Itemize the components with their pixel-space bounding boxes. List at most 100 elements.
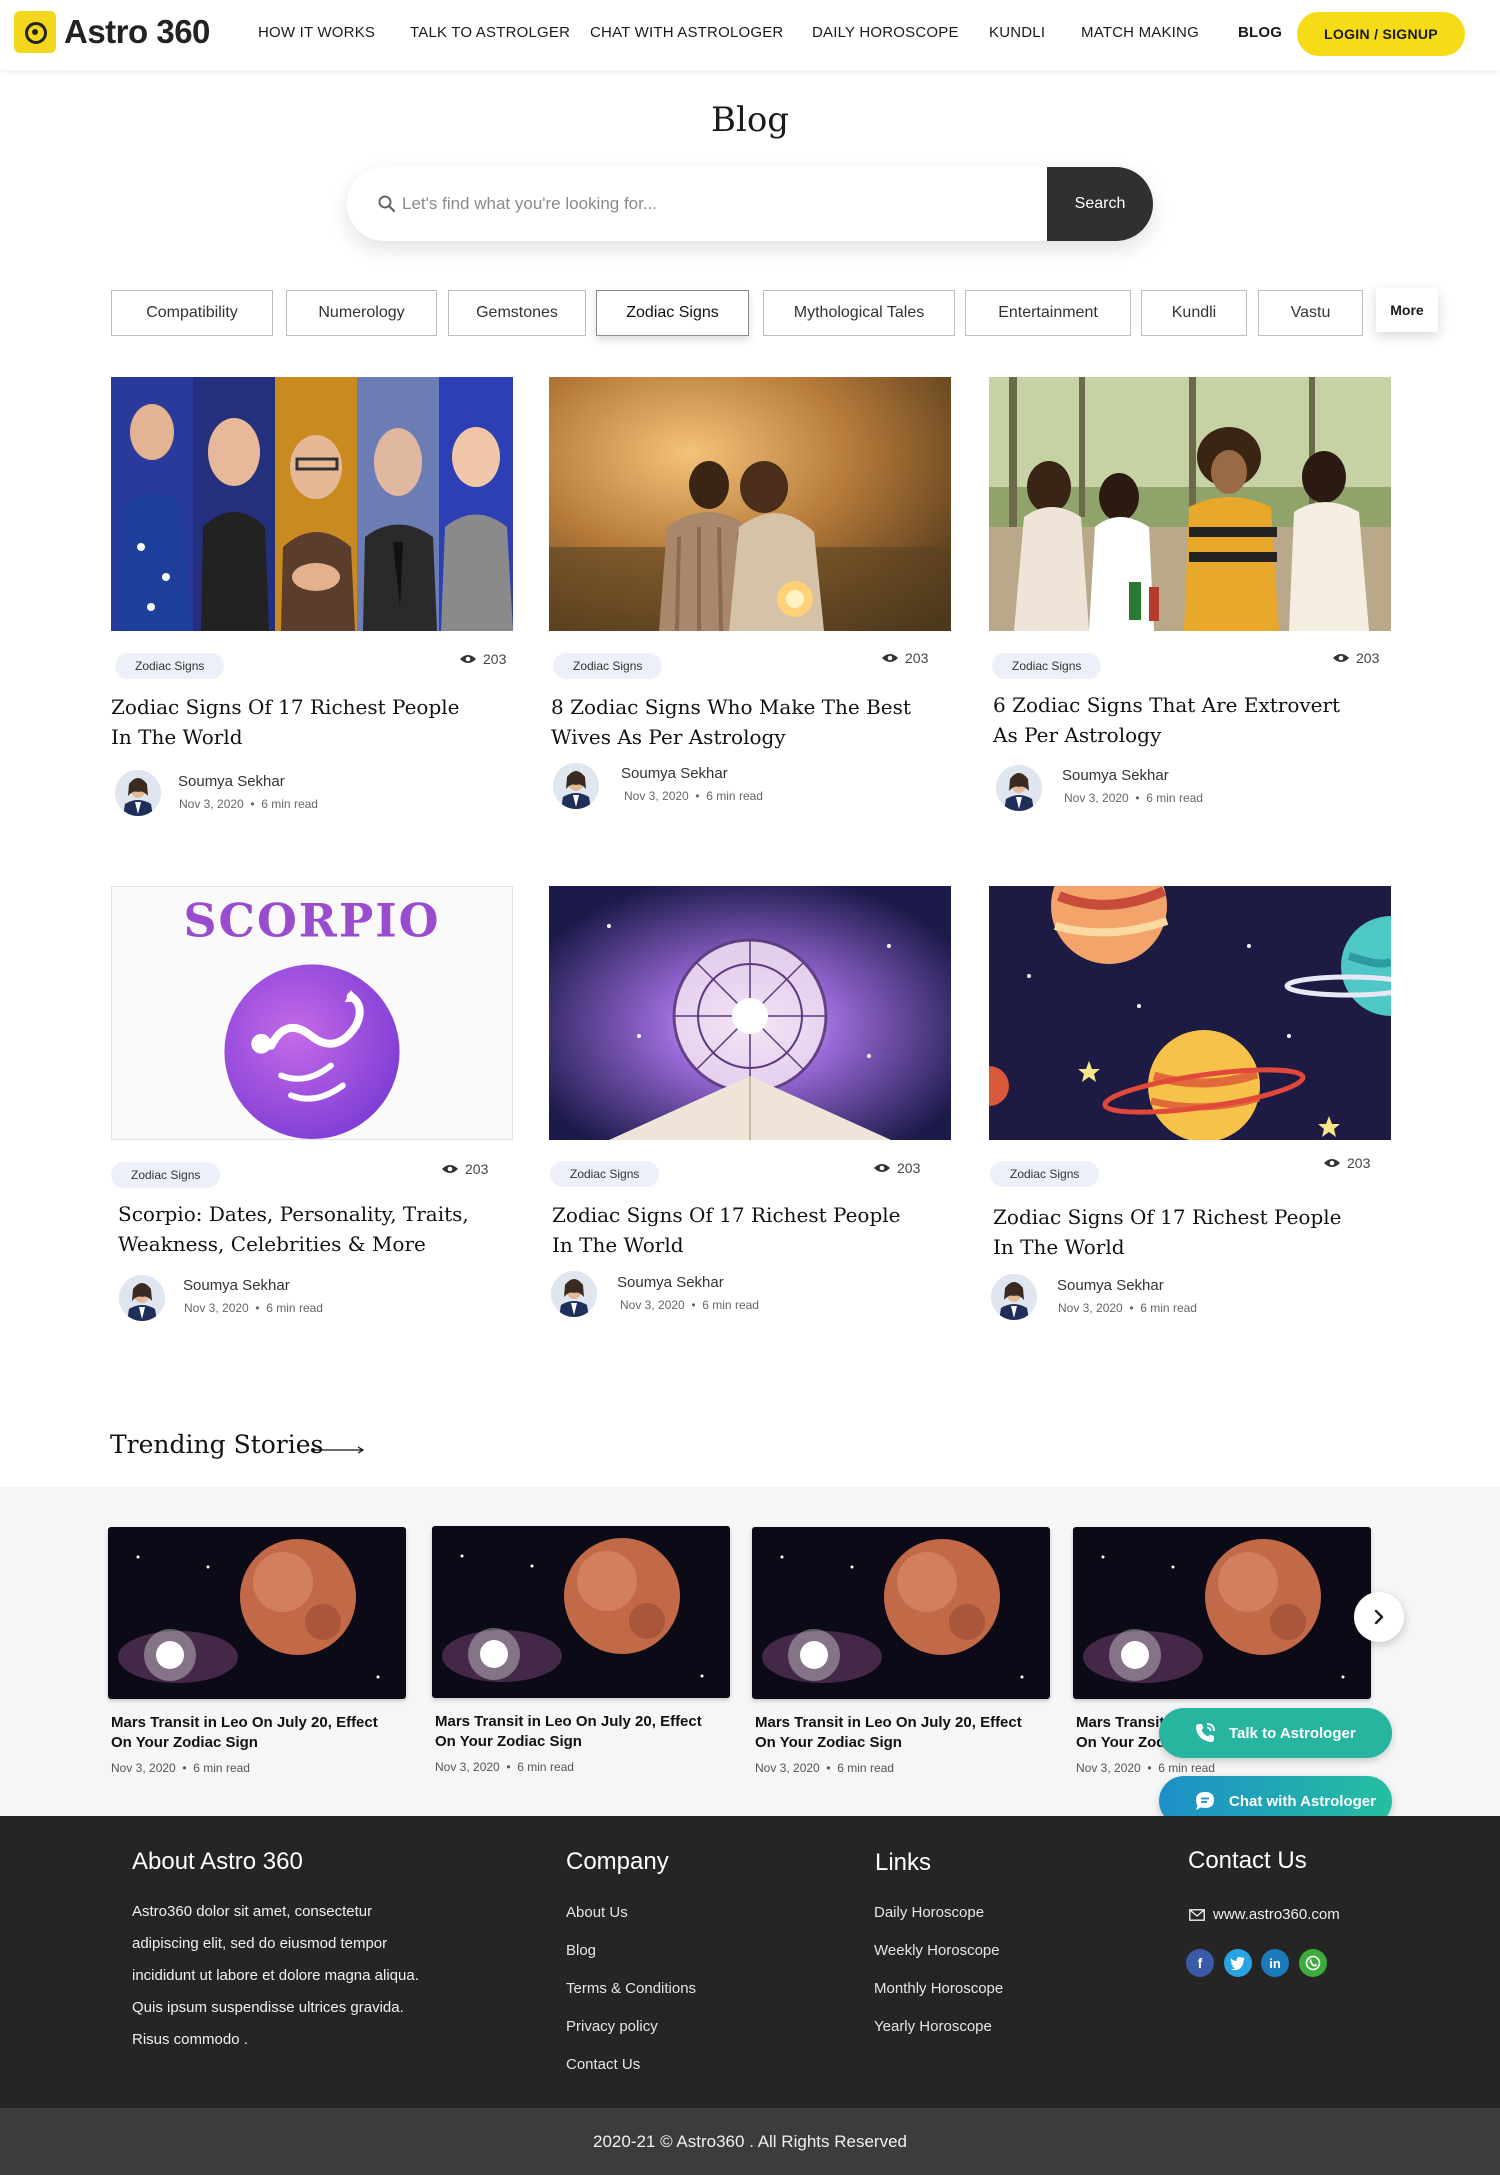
footer-link-monthly-horoscope[interactable]: Monthly Horoscope bbox=[874, 1980, 1003, 1997]
post-meta: Nov 3, 2020 • 6 min read bbox=[624, 789, 763, 803]
post-tag[interactable]: Zodiac Signs bbox=[553, 653, 663, 679]
trending-title-text[interactable]: Mars Transit in Leo On July 20, Effect O… bbox=[752, 1713, 1046, 1753]
blog-card[interactable]: Zodiac Signs 203 8 Zodiac Signs Who Make… bbox=[549, 377, 951, 837]
blog-card[interactable]: Zodiac Signs 203 Zodiac Signs Of 17 Rich… bbox=[111, 377, 513, 837]
trending-title-text[interactable]: Mars Transit in Leo On July 20, Effect O… bbox=[108, 1713, 402, 1753]
trending-card-image[interactable] bbox=[752, 1527, 1050, 1699]
author-name[interactable]: Soumya Sekhar bbox=[621, 765, 728, 782]
footer-link-privacy[interactable]: Privacy policy bbox=[566, 2018, 658, 2035]
login-signup-button[interactable]: LOGIN / SIGNUP bbox=[1297, 12, 1465, 56]
footer-link-blog[interactable]: Blog bbox=[566, 1942, 596, 1959]
read-time: 6 min read bbox=[193, 1761, 250, 1775]
talk-to-astrologer-button[interactable]: Talk to Astrologer bbox=[1159, 1708, 1392, 1758]
blog-card-image[interactable]: SCORPIO bbox=[111, 886, 513, 1140]
search-button[interactable]: Search bbox=[1047, 167, 1153, 241]
post-tag[interactable]: Zodiac Signs bbox=[111, 1162, 221, 1188]
post-title[interactable]: 8 Zodiac Signs Who Make The Best Wives A… bbox=[551, 692, 911, 752]
nav-talk-to-astrologer[interactable]: Talk to Astrolger bbox=[410, 24, 570, 41]
post-tag[interactable]: Zodiac Signs bbox=[115, 653, 225, 679]
footer-company-title: Company bbox=[566, 1848, 669, 1875]
footer-link-contact[interactable]: Contact Us bbox=[566, 2056, 640, 2073]
post-tag[interactable]: Zodiac Signs bbox=[990, 1161, 1100, 1187]
nav-chat-with-astrologer[interactable]: Chat with Astrologer bbox=[590, 24, 783, 41]
post-date: Nov 3, 2020 bbox=[1058, 1301, 1123, 1315]
footer-link-terms[interactable]: Terms & Conditions bbox=[566, 1980, 696, 1997]
category-entertainment[interactable]: Entertainment bbox=[965, 290, 1131, 336]
nav-blog[interactable]: Blog bbox=[1238, 24, 1282, 41]
carousel-next-button[interactable] bbox=[1354, 1592, 1404, 1642]
post-title[interactable]: Zodiac Signs Of 17 Richest People In The… bbox=[552, 1200, 912, 1260]
blog-card-image[interactable] bbox=[549, 886, 951, 1140]
view-count-value: 203 bbox=[1347, 1155, 1371, 1171]
post-title[interactable]: 6 Zodiac Signs That Are Extrovert As Per… bbox=[993, 690, 1353, 750]
read-time: 6 min read bbox=[702, 1298, 759, 1312]
whatsapp-icon[interactable] bbox=[1299, 1949, 1327, 1977]
blog-card[interactable]: SCORPIO Zodiac Signs 203 Scorpio: Dates,… bbox=[111, 886, 513, 1346]
read-time: 6 min read bbox=[261, 797, 318, 811]
view-count: 203 bbox=[1323, 1155, 1370, 1171]
post-meta: Nov 3, 2020 • 6 min read bbox=[1064, 791, 1203, 805]
category-mythological-tales[interactable]: Mythological Tales bbox=[763, 290, 955, 336]
linkedin-icon[interactable]: in bbox=[1261, 1949, 1289, 1977]
facebook-icon[interactable]: f bbox=[1186, 1949, 1214, 1977]
scorpio-image-text: SCORPIO bbox=[184, 894, 441, 948]
footer-about-title: About Astro 360 bbox=[132, 1848, 303, 1875]
blog-card[interactable]: Zodiac Signs 203 6 Zodiac Signs That Are… bbox=[989, 377, 1391, 837]
author-avatar bbox=[115, 770, 161, 816]
post-tag[interactable]: Zodiac Signs bbox=[550, 1161, 660, 1187]
author-name[interactable]: Soumya Sekhar bbox=[183, 1277, 290, 1294]
author-name[interactable]: Soumya Sekhar bbox=[617, 1274, 724, 1291]
view-count-value: 203 bbox=[897, 1160, 921, 1176]
author-name[interactable]: Soumya Sekhar bbox=[1062, 767, 1169, 784]
category-numerology[interactable]: Numerology bbox=[286, 290, 437, 336]
nav-kundli[interactable]: Kundli bbox=[989, 24, 1045, 41]
category-zodiac-signs[interactable]: Zodiac Signs bbox=[596, 290, 749, 336]
twitter-icon[interactable] bbox=[1224, 1949, 1252, 1977]
blog-card-image[interactable] bbox=[549, 377, 951, 631]
trending-title: Trending Stories bbox=[110, 1430, 324, 1459]
trending-card-image[interactable] bbox=[108, 1527, 406, 1699]
nav-daily-horoscope[interactable]: Daily Horoscope bbox=[812, 24, 959, 41]
trending-title-text[interactable]: Mars Transit in Leo On July 20, Effect O… bbox=[432, 1712, 726, 1752]
trending-card-image[interactable] bbox=[432, 1526, 730, 1698]
post-date: Nov 3, 2020 bbox=[179, 797, 244, 811]
footer-link-yearly-horoscope[interactable]: Yearly Horoscope bbox=[874, 2018, 992, 2035]
footer-link-weekly-horoscope[interactable]: Weekly Horoscope bbox=[874, 1942, 1000, 1959]
post-date: Nov 3, 2020 bbox=[435, 1760, 500, 1774]
trending-card[interactable]: Mars Transit in Leo On July 20, Effect O… bbox=[108, 1527, 406, 1775]
trending-card[interactable]: Mars Transit in Leo On July 20, Effect O… bbox=[752, 1527, 1050, 1775]
post-title[interactable]: Zodiac Signs Of 17 Richest People In The… bbox=[993, 1202, 1353, 1262]
category-vastu[interactable]: Vastu bbox=[1258, 290, 1363, 336]
nav-how-it-works[interactable]: How It Works bbox=[258, 24, 375, 41]
page-title: Blog bbox=[710, 100, 790, 140]
post-date: Nov 3, 2020 bbox=[1076, 1761, 1141, 1775]
blog-card-image[interactable] bbox=[111, 377, 513, 631]
trending-card-image[interactable] bbox=[1073, 1527, 1371, 1699]
post-tag[interactable]: Zodiac Signs bbox=[992, 653, 1102, 679]
post-date: Nov 3, 2020 bbox=[111, 1761, 176, 1775]
footer-link-about-us[interactable]: About Us bbox=[566, 1904, 628, 1921]
more-categories-button[interactable]: More bbox=[1376, 288, 1438, 332]
post-meta: Nov 3, 2020 • 6 min read bbox=[179, 797, 318, 811]
author-name[interactable]: Soumya Sekhar bbox=[178, 773, 285, 790]
trending-meta: Nov 3, 2020 • 6 min read bbox=[1076, 1761, 1215, 1775]
category-compatibility[interactable]: Compatibility bbox=[111, 290, 273, 336]
post-title[interactable]: Scorpio: Dates, Personality, Traits, Wea… bbox=[118, 1199, 488, 1259]
read-time: 6 min read bbox=[1146, 791, 1203, 805]
blog-card[interactable]: Zodiac Signs 203 Zodiac Signs Of 17 Rich… bbox=[989, 886, 1391, 1346]
blog-card[interactable]: Zodiac Signs 203 Zodiac Signs Of 17 Rich… bbox=[549, 886, 951, 1346]
category-kundli[interactable]: Kundli bbox=[1141, 290, 1247, 336]
view-count-value: 203 bbox=[905, 650, 929, 666]
category-gemstones[interactable]: Gemstones bbox=[448, 290, 586, 336]
post-title[interactable]: Zodiac Signs Of 17 Richest People In The… bbox=[111, 692, 471, 752]
blog-card-image[interactable] bbox=[989, 377, 1391, 631]
trending-card[interactable]: Mars Transit in Leo On July 20, Effect O… bbox=[432, 1526, 730, 1774]
view-count: 203 bbox=[459, 651, 506, 667]
footer-email[interactable]: www.astro360.com bbox=[1189, 1906, 1340, 1923]
footer-link-daily-horoscope[interactable]: Daily Horoscope bbox=[874, 1904, 984, 1921]
nav-match-making[interactable]: Match Making bbox=[1081, 24, 1199, 41]
author-name[interactable]: Soumya Sekhar bbox=[1057, 1277, 1164, 1294]
blog-card-image[interactable] bbox=[989, 886, 1391, 1140]
search-input[interactable] bbox=[402, 187, 1042, 221]
mail-icon bbox=[1189, 1908, 1205, 1921]
